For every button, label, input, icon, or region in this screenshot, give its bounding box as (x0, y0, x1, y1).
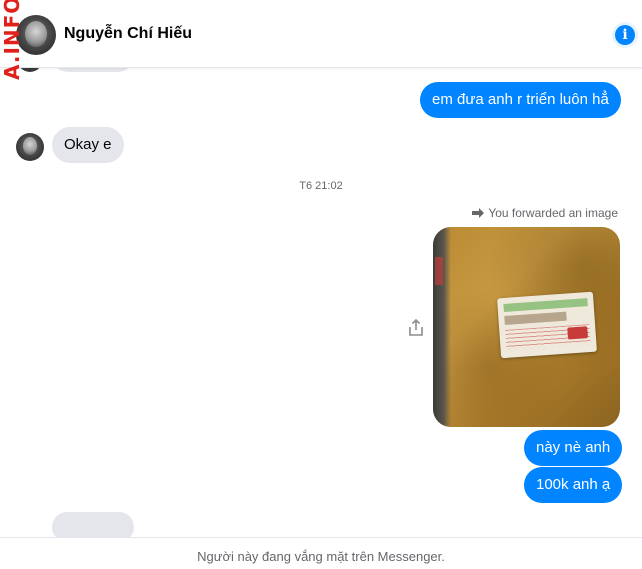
share-icon[interactable] (408, 319, 424, 337)
info-button[interactable]: i (612, 22, 638, 48)
forwarded-label: You forwarded an image (472, 206, 618, 220)
forwarded-label-text: You forwarded an image (488, 206, 618, 220)
contact-avatar-small[interactable] (16, 133, 44, 161)
contact-name[interactable]: Nguyễn Chí Hiếu (64, 25, 192, 43)
forward-arrow-icon (472, 208, 485, 218)
conversation-header: Nguyễn Chí Hiếu i (0, 0, 642, 68)
outgoing-message[interactable]: 100k anh ạ (524, 467, 623, 503)
message-timestamp: T6 21:02 (299, 180, 343, 192)
away-status: Người này đang vắng mặt trên Messenger. (0, 537, 642, 569)
outgoing-message[interactable]: này nè anh (524, 430, 623, 466)
outgoing-message[interactable]: em đưa anh r triển luôn hẳ (420, 82, 621, 118)
incoming-message[interactable]: Okay e (52, 127, 124, 163)
scratch-card-photo (497, 291, 597, 359)
forwarded-image[interactable] (433, 227, 620, 427)
watermark: A.INFO (0, 0, 24, 80)
info-icon: i (615, 25, 635, 45)
